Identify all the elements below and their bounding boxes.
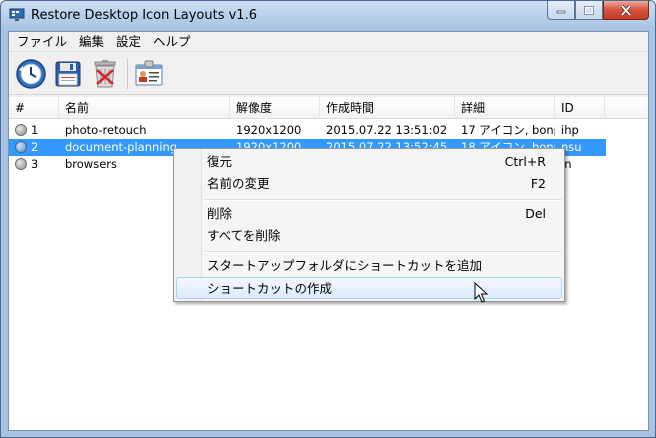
trash-icon xyxy=(94,59,116,87)
save-layout-button[interactable] xyxy=(13,56,49,92)
menu-item-add-startup-shortcut[interactable]: スタートアップフォルダにショートカットを追加 xyxy=(176,255,562,277)
app-icon xyxy=(9,8,25,21)
menu-item-label: 復元 xyxy=(207,154,233,169)
column-header-name[interactable]: 名前 xyxy=(59,97,230,119)
cell-number: 2 xyxy=(31,140,39,154)
id-card-icon xyxy=(135,60,163,85)
floppy-disk-icon xyxy=(55,61,81,86)
menu-bar: ファイル 編集 設定 ヘルプ xyxy=(9,32,648,52)
window-title: Restore Desktop Icon Layouts v1.6 xyxy=(31,8,257,23)
menu-file[interactable]: ファイル xyxy=(11,32,73,52)
minimize-icon xyxy=(556,10,566,14)
column-header-details[interactable]: 詳細 xyxy=(455,97,555,119)
toolbar xyxy=(9,53,648,95)
context-menu: 復元 Ctrl+R 名前の変更 F2 削除 Del すべてを削除 スタートアップ… xyxy=(173,148,565,302)
menu-help[interactable]: ヘルプ xyxy=(147,32,197,52)
table-row[interactable]: 1 photo-retouch 1920x1200 2015.07.22 13:… xyxy=(9,122,648,139)
menu-separator xyxy=(204,199,562,201)
maximize-icon xyxy=(584,5,594,15)
close-icon xyxy=(620,4,632,16)
cell-number: 3 xyxy=(31,157,39,171)
menu-edit[interactable]: 編集 xyxy=(73,32,110,52)
cell-resolution: 1920x1200 xyxy=(236,123,302,137)
save-button[interactable] xyxy=(50,56,86,92)
cell-details: 17 アイコン, bonpei xyxy=(461,123,555,137)
column-header-created[interactable]: 作成時間 xyxy=(320,97,455,119)
menu-item-delete-all[interactable]: すべてを削除 xyxy=(176,225,562,247)
save-layout-clock-icon xyxy=(16,58,46,89)
menu-item-label: スタートアップフォルダにショートカットを追加 xyxy=(207,258,483,273)
menu-item-label: 削除 xyxy=(207,206,233,221)
menu-settings[interactable]: 設定 xyxy=(110,32,147,52)
menu-item-rename[interactable]: 名前の変更 F2 xyxy=(176,173,562,195)
delete-button[interactable] xyxy=(87,56,123,92)
menu-item-shortcut: F2 xyxy=(530,176,546,191)
column-header-resolution[interactable]: 解像度 xyxy=(230,97,320,119)
column-header-id[interactable]: ID xyxy=(555,97,605,119)
title-bar[interactable]: Restore Desktop Icon Layouts v1.6 xyxy=(1,1,655,31)
cell-number: 1 xyxy=(31,123,39,137)
window-controls xyxy=(547,1,649,20)
menu-item-restore[interactable]: 復元 Ctrl+R xyxy=(176,151,562,173)
mouse-cursor-icon xyxy=(474,282,488,303)
list-header: # 名前 解像度 作成時間 詳細 ID xyxy=(9,97,648,119)
cell-name: photo-retouch xyxy=(65,123,147,137)
cell-id: ihp xyxy=(561,123,579,137)
close-button[interactable] xyxy=(603,1,649,20)
menu-item-shortcut: Ctrl+R xyxy=(504,154,546,169)
menu-separator xyxy=(204,251,562,253)
column-header-number[interactable]: # xyxy=(9,97,59,119)
menu-item-label: 名前の変更 xyxy=(207,176,270,191)
properties-button[interactable] xyxy=(131,56,167,92)
menu-item-create-shortcut[interactable]: ショートカットの作成 xyxy=(176,277,562,299)
menu-item-label: すべてを削除 xyxy=(207,228,281,243)
menu-item-label: ショートカットの作成 xyxy=(207,281,333,296)
menu-item-shortcut: Del xyxy=(525,206,546,221)
maximize-button[interactable] xyxy=(575,1,603,20)
toolbar-separator xyxy=(127,58,128,89)
cell-created: 2015.07.22 13:51:02 xyxy=(326,123,448,137)
minimize-button[interactable] xyxy=(547,1,575,20)
menu-item-delete[interactable]: 削除 Del xyxy=(176,203,562,225)
